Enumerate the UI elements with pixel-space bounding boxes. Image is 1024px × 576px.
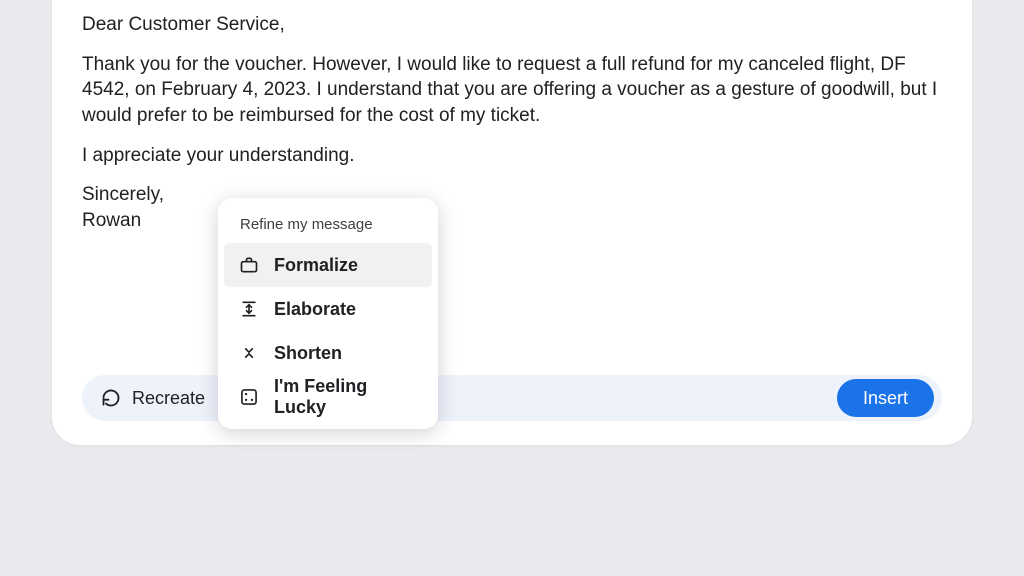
action-bar: Recreate Insert — [82, 375, 942, 421]
appreciation-line: I appreciate your understanding. — [82, 143, 942, 169]
recreate-label: Recreate — [132, 388, 205, 409]
menu-item-label: Shorten — [274, 343, 342, 364]
briefcase-icon — [238, 254, 260, 276]
menu-item-label: Elaborate — [274, 299, 356, 320]
dice-icon — [238, 386, 260, 408]
menu-item-elaborate[interactable]: Elaborate — [224, 287, 432, 331]
refresh-icon — [100, 387, 122, 409]
insert-label: Insert — [863, 388, 908, 409]
expand-vertical-icon — [238, 298, 260, 320]
closing-line: Sincerely, — [82, 182, 942, 208]
popover-title: Refine my message — [224, 216, 432, 243]
draft-message: Dear Customer Service, Thank you for the… — [82, 12, 942, 233]
recreate-button[interactable]: Recreate — [100, 387, 205, 409]
insert-button[interactable]: Insert — [837, 379, 934, 417]
menu-item-label: Formalize — [274, 255, 358, 276]
body-paragraph: Thank you for the voucher. However, I wo… — [82, 52, 942, 129]
compose-card: Dear Customer Service, Thank you for the… — [52, 0, 972, 445]
refine-popover: Refine my message Formalize Elaborate — [218, 198, 438, 429]
compress-vertical-icon — [238, 342, 260, 364]
menu-item-feeling-lucky[interactable]: I'm Feeling Lucky — [224, 375, 432, 419]
menu-item-shorten[interactable]: Shorten — [224, 331, 432, 375]
greeting-line: Dear Customer Service, — [82, 12, 942, 38]
menu-item-label: I'm Feeling Lucky — [274, 376, 418, 418]
menu-item-formalize[interactable]: Formalize — [224, 243, 432, 287]
signature-line: Rowan — [82, 208, 942, 234]
